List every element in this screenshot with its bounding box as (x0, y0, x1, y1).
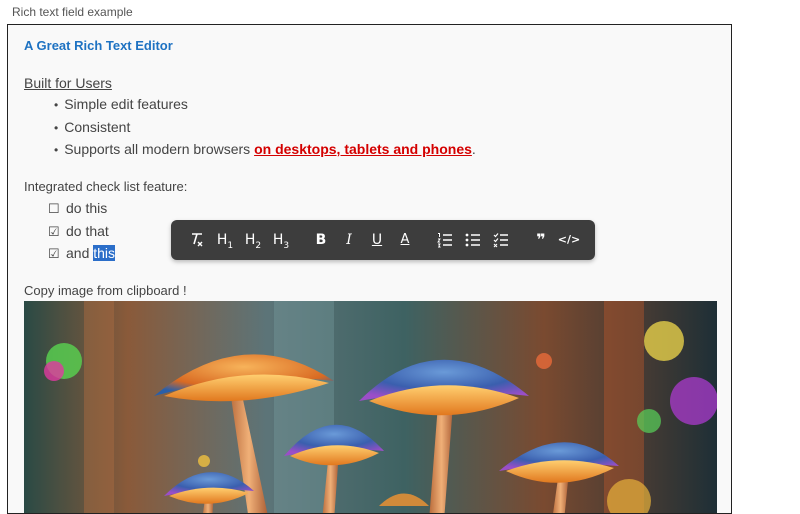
editor-content[interactable]: A Great Rich Text Editor Built for Users… (8, 25, 731, 513)
editor-heading: A Great Rich Text Editor (24, 38, 173, 53)
list-item-text: Simple edit features (64, 96, 188, 112)
heading1-button[interactable]: H1 (213, 228, 237, 252)
bullet-icon: • (54, 120, 59, 135)
bold-button[interactable]: B (309, 228, 333, 252)
rich-text-editor[interactable]: A Great Rich Text Editor Built for Users… (7, 24, 732, 514)
section-title: Built for Users (24, 75, 112, 91)
checklist-icon (493, 233, 508, 248)
checklist-title: Integrated check list feature: (24, 179, 188, 194)
heading2-level: 2 (255, 240, 262, 251)
italic-button[interactable]: I (337, 228, 361, 252)
ordered-list-icon (437, 233, 452, 248)
checkbox[interactable]: ☐ (48, 200, 62, 218)
checklist-item-text: do that (66, 222, 109, 239)
checklist-item-text: do this (66, 200, 108, 216)
checklist-item-text: and (66, 245, 94, 261)
checklist-item: ☑ do that (48, 222, 115, 245)
feature-list: • Simple edit features • Consistent • Suppo… (54, 95, 476, 163)
bullet-list-icon[interactable] (461, 228, 485, 252)
field-label: Rich text field example (12, 5, 133, 19)
checkbox[interactable]: ☑ (48, 245, 62, 263)
ordered-list-icon[interactable] (433, 228, 457, 252)
checklist-icon[interactable] (489, 228, 513, 252)
list-item: • Consistent (54, 118, 476, 141)
code-button[interactable]: </> (557, 228, 581, 252)
pasted-image (24, 301, 717, 513)
bullet-icon: • (54, 98, 59, 112)
heading3-level: 3 (283, 240, 290, 251)
heading1-label: H (216, 232, 228, 248)
clear-format-icon (192, 233, 203, 247)
list-item-end: . (471, 141, 476, 157)
formatting-toolbar: H1 H2 H3 B I U A ❞ </> (171, 220, 595, 260)
checklist-item: ☑ and this (48, 244, 116, 267)
list-item: • Supports all modern browsers on desktop… (54, 140, 476, 163)
list-item-text: Supports all modern browsers (64, 141, 255, 157)
quote-button[interactable]: ❞ (529, 228, 553, 252)
bullet-list-icon (465, 233, 480, 247)
clipboard-title: Copy image from clipboard ! (24, 283, 187, 298)
heading1-level: 1 (227, 240, 234, 251)
bullet-icon: • (54, 143, 59, 157)
checkbox[interactable]: ☑ (48, 223, 62, 241)
heading3-label: H (272, 232, 284, 248)
checklist: ☐ do this ☑ do that ☑ and this (48, 199, 116, 267)
heading2-button[interactable]: H2 (241, 228, 265, 252)
checklist-item: ☐ do this (48, 199, 115, 222)
mushroom-image (24, 301, 717, 513)
text-color-button[interactable]: A (393, 228, 417, 252)
heading3-button[interactable]: H3 (269, 228, 293, 252)
clear-format-icon[interactable] (185, 228, 209, 252)
list-item: • Simple edit features (54, 95, 476, 118)
selected-text[interactable]: this (93, 245, 116, 261)
device-link[interactable]: on desktops, tablets and phones (254, 141, 472, 157)
list-item-text: Consistent (64, 118, 131, 135)
heading2-label: H (244, 232, 256, 248)
underline-button[interactable]: U (365, 228, 389, 252)
